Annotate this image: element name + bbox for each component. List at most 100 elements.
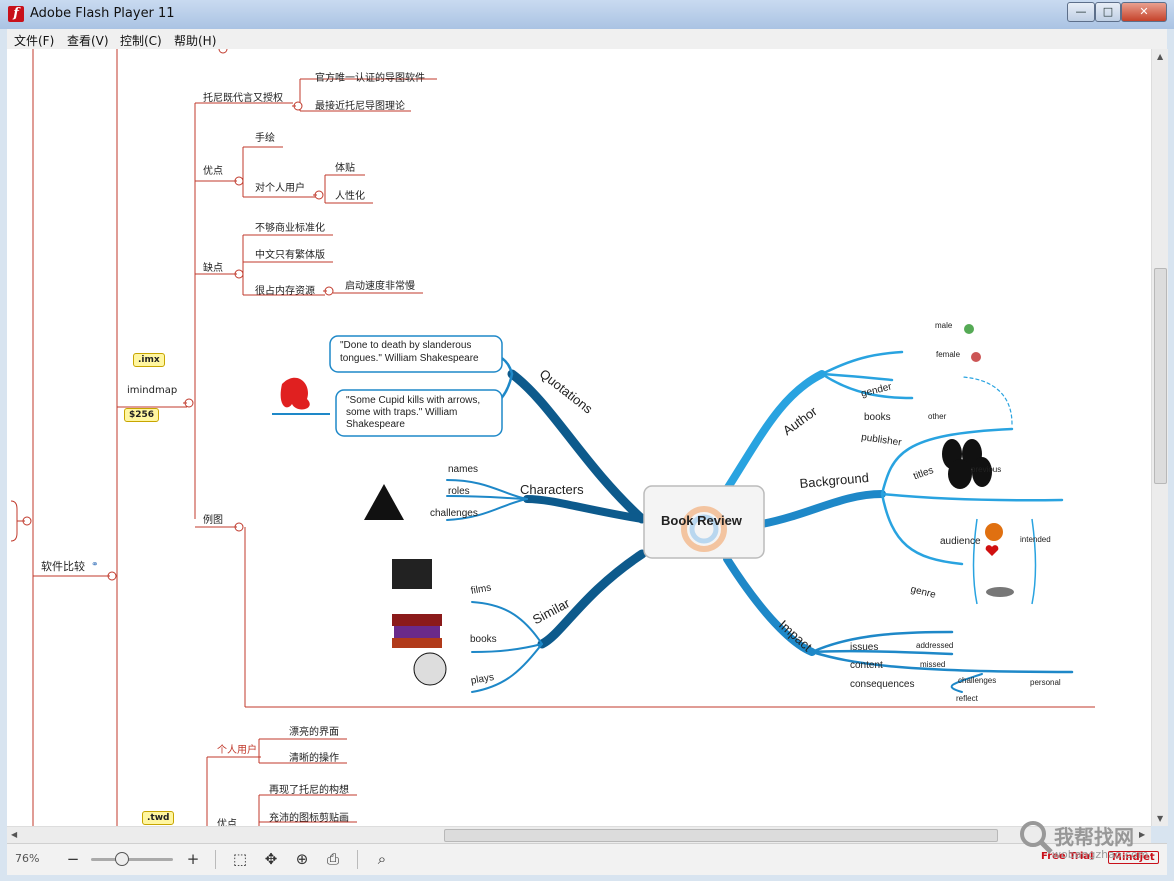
characters-item: names xyxy=(448,464,479,475)
tree-node-m1a[interactable]: 漂亮的界面 xyxy=(289,723,339,738)
gender-item: male xyxy=(935,321,953,330)
background-item: previous xyxy=(971,465,1002,474)
tree-node-imindmap[interactable]: imindmap xyxy=(127,385,177,396)
branch-similar: Similar xyxy=(530,595,573,628)
tree-node-n2b2[interactable]: 人性化 xyxy=(335,187,365,202)
tree-node-m2a[interactable]: 再现了托尼的构想 xyxy=(269,781,349,796)
tag-price: $256 xyxy=(124,408,160,422)
search-icon[interactable]: ⌕ xyxy=(371,849,393,869)
tree-node-n3c[interactable]: 很占内存资源 xyxy=(255,282,315,297)
tag-twd: .twd xyxy=(142,811,175,825)
author-item: gender xyxy=(860,381,893,400)
center-node-icon[interactable]: ✥ xyxy=(260,849,282,869)
background-item: audience xyxy=(940,536,981,547)
tree-node-n3c1[interactable]: 启动速度非常慢 xyxy=(345,277,415,292)
author-item: books xyxy=(864,412,891,423)
quote-2-line: some with traps." William xyxy=(346,407,458,418)
quote-2-line: "Some Cupid kills with arrows, xyxy=(346,395,481,406)
author-item: publisher xyxy=(860,432,903,449)
vertical-scroll-thumb[interactable] xyxy=(1154,268,1167,484)
tag-imx: .imx xyxy=(133,353,165,367)
zoom-slider-knob[interactable] xyxy=(115,852,129,866)
minimize-button[interactable]: — xyxy=(1067,2,1095,22)
watermark-url: wobangzhao.com xyxy=(1052,848,1149,861)
scroll-left-icon[interactable]: ◀ xyxy=(11,830,17,839)
background-item: titles xyxy=(912,464,936,483)
tree-node-n3a[interactable]: 不够商业标准化 xyxy=(255,219,325,234)
zoom-in-button[interactable]: + xyxy=(182,849,204,869)
tree-node-n1b[interactable]: 最接近托尼导图理论 xyxy=(315,97,405,112)
characters-item: challenges xyxy=(430,508,478,519)
impact-item: addressed xyxy=(916,641,954,650)
background-item: genre xyxy=(909,584,937,601)
menu-control[interactable]: 控制(C) xyxy=(120,32,162,49)
gender-item: other xyxy=(928,412,947,421)
tree-node-m2b[interactable]: 充沛的图标剪贴画 xyxy=(269,809,349,824)
crosshair-icon[interactable]: ⊕ xyxy=(291,849,313,869)
scroll-up-icon[interactable]: ▲ xyxy=(1157,52,1163,61)
vertical-scrollbar[interactable]: ▲ ▼ xyxy=(1151,49,1168,826)
tree-node-root[interactable]: 软件比较 xyxy=(41,558,85,574)
similar-item: books xyxy=(470,634,497,645)
impact-item: challenges xyxy=(958,676,997,685)
zoom-slider[interactable] xyxy=(91,858,173,861)
tree-node-n1[interactable]: 托尼既代言又授权 xyxy=(203,89,283,104)
print-icon[interactable]: ⎙ xyxy=(322,849,344,869)
example-labels: Book Review Quotations "Done to death by s… xyxy=(252,314,1094,706)
impact-item: consequences xyxy=(850,679,915,690)
gender-item: female xyxy=(936,350,961,359)
menu-help[interactable]: 帮助(H) xyxy=(174,32,216,49)
quote-1-line: tongues." William Shakespeare xyxy=(340,353,479,364)
impact-item: personal xyxy=(1030,678,1061,687)
similar-item: films xyxy=(470,582,493,597)
impact-item: reflect xyxy=(956,694,978,703)
title-bar[interactable]: f Adobe Flash Player 11 — □ ✕ xyxy=(0,0,1174,29)
zoom-level: 76% xyxy=(15,852,40,865)
magnifier-icon xyxy=(1020,821,1053,854)
quote-2-line: Shakespeare xyxy=(346,419,405,430)
tree-node-n3[interactable]: 缺点 xyxy=(203,259,223,274)
maximize-button[interactable]: □ xyxy=(1095,2,1121,22)
characters-item: roles xyxy=(448,486,470,497)
toolbar-divider xyxy=(357,850,358,869)
impact-item: content xyxy=(850,660,883,671)
background-item: intended xyxy=(1020,535,1051,544)
tree-node-n3b[interactable]: 中文只有繁体版 xyxy=(255,246,325,261)
menu-view[interactable]: 查看(V) xyxy=(67,32,109,49)
branch-author: Author xyxy=(780,403,820,439)
close-button[interactable]: ✕ xyxy=(1121,2,1167,22)
tree-node-m1[interactable]: 个人用户 xyxy=(217,741,257,756)
impact-item: issues xyxy=(850,642,879,653)
watermark: 我帮找网 wobangzhao.com xyxy=(1018,815,1168,865)
branch-background: Background xyxy=(799,469,870,491)
fit-page-icon[interactable]: ⬚ xyxy=(229,849,251,869)
zoom-out-button[interactable]: − xyxy=(62,849,84,869)
tree-node-m2[interactable]: 优点 xyxy=(217,815,237,826)
quote-1-line: "Done to death by slanderous xyxy=(340,340,472,351)
tree-node-m1b[interactable]: 清晰的操作 xyxy=(289,749,339,764)
link-icon: ⚭ xyxy=(91,560,99,570)
tree-node-n2b1[interactable]: 体贴 xyxy=(335,159,355,174)
tree-node-n2a[interactable]: 手绘 xyxy=(255,129,275,144)
horizontal-scrollbar[interactable]: ◀ ▶ xyxy=(7,826,1151,843)
branch-impact: Impact xyxy=(775,617,815,655)
tree-node-n4[interactable]: 例图 xyxy=(203,511,223,526)
menu-file[interactable]: 文件(F) xyxy=(14,32,54,49)
tree-node-n2[interactable]: 优点 xyxy=(203,162,223,177)
watermark-text: 我帮找网 xyxy=(1054,825,1134,849)
tree-node-n2b[interactable]: 对个人用户 xyxy=(255,179,305,194)
center-node-label: Book Review xyxy=(661,513,742,528)
flash-logo-icon: f xyxy=(8,6,24,22)
menu-bar: 文件(F) 查看(V) 控制(C) 帮助(H) xyxy=(7,29,1167,50)
toolbar-divider xyxy=(215,850,216,869)
mindmap-canvas[interactable]: 软件比较 ⚭ .imx imindmap $256 托尼既代言又授权 官方唯一认… xyxy=(7,49,1151,826)
tree-node-n1a[interactable]: 官方唯一认证的导图软件 xyxy=(315,69,425,84)
bottom-toolbar: 76% − + ⬚ ✥ ⊕ ⎙ ⌕ Free Trial Mindjet xyxy=(7,843,1167,875)
similar-item: plays xyxy=(470,671,495,687)
branch-quotations: Quotations xyxy=(536,366,596,417)
impact-item: missed xyxy=(920,660,946,669)
app-window: f Adobe Flash Player 11 — □ ✕ 文件(F) 查看(V… xyxy=(0,0,1174,881)
branch-characters: Characters xyxy=(520,482,584,497)
window-title: Adobe Flash Player 11 xyxy=(30,6,175,21)
horizontal-scroll-thumb[interactable] xyxy=(444,829,998,842)
